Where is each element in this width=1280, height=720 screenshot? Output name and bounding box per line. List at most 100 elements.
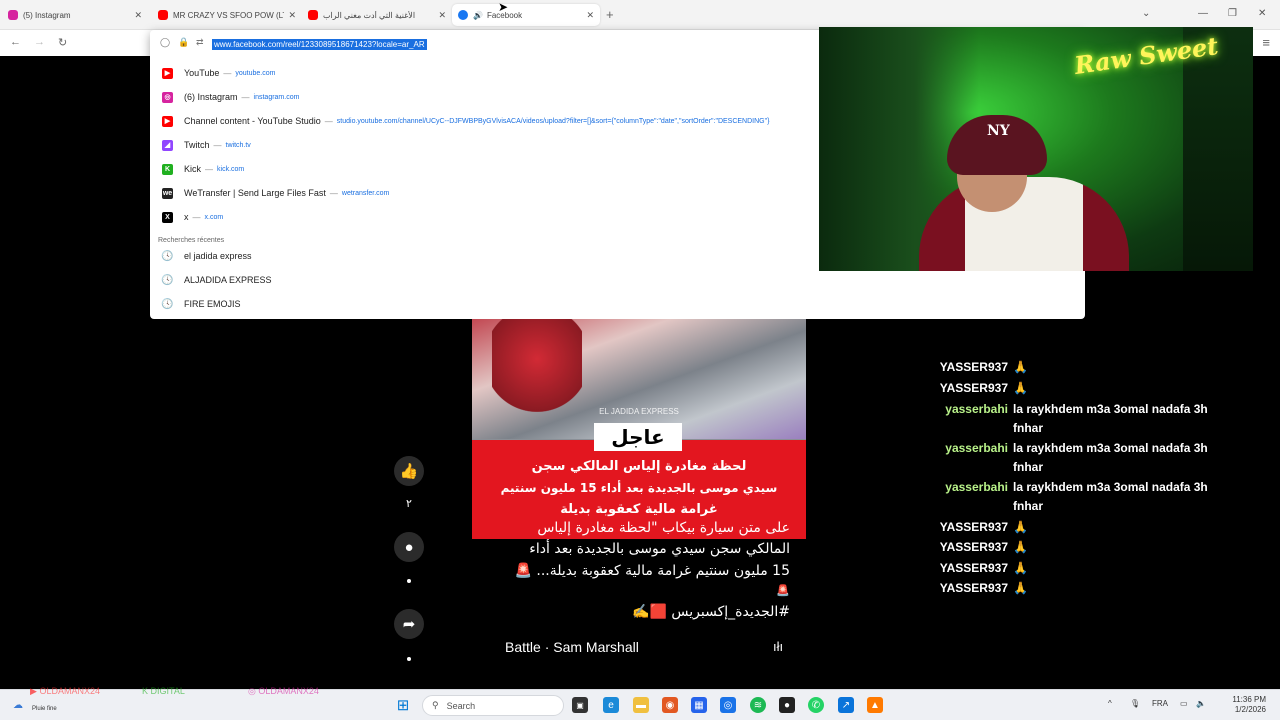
comment-button[interactable]: ● xyxy=(394,532,424,562)
spotify-icon[interactable]: ≋ xyxy=(750,697,766,713)
recent-search-label: el jadida express xyxy=(184,251,252,261)
tab-instagram[interactable]: (5) Instagram ✕ xyxy=(2,4,148,26)
taskbar-search[interactable]: ⚲ Search xyxy=(422,695,564,716)
firefox-icon[interactable]: ◉ xyxy=(662,697,678,713)
maximize-icon[interactable]: ❐ xyxy=(1228,8,1237,19)
edge-icon[interactable]: e xyxy=(603,697,619,713)
task-view-icon[interactable]: ▣ xyxy=(572,697,588,713)
input-language[interactable]: FRA xyxy=(1152,699,1168,708)
clock-time: 11:36 PM xyxy=(1232,695,1266,704)
share-count-dot xyxy=(407,657,411,661)
suggestion-url: studio.youtube.com/channel/UCyC--DJFWBPB… xyxy=(336,117,770,125)
address-input[interactable]: www.facebook.com/reel/1233089518671423?l… xyxy=(212,39,427,50)
share-button[interactable]: ➦ xyxy=(394,609,424,639)
menu-icon[interactable]: ≡ xyxy=(1262,35,1270,50)
back-icon[interactable]: ← xyxy=(10,36,21,48)
suggestion-youtube-studio[interactable]: ▶ Channel content - YouTube Studio — studi… xyxy=(150,109,819,133)
chat-username: YASSER937 xyxy=(939,581,1008,595)
chat-text: 🙏 xyxy=(1013,561,1028,575)
network-icon[interactable]: ▭ xyxy=(1180,699,1188,708)
address-bar[interactable]: ◯ 🔒 ⇄ www.facebook.com/reel/123308951867… xyxy=(150,30,819,58)
suggestion-twitch[interactable]: ◢ Twitch — twitch.tv xyxy=(150,133,819,157)
lock-icon[interactable]: 🔒 xyxy=(178,37,189,48)
system-clock[interactable]: 11:36 PM 1/2/2026 xyxy=(1232,695,1266,715)
instagram-icon xyxy=(8,10,18,20)
wetransfer-icon: we xyxy=(162,187,173,199)
volume-icon[interactable]: 🔈 xyxy=(1196,699,1206,708)
tray-chevron-icon[interactable]: ^ xyxy=(1108,699,1112,708)
audio-icon[interactable]: 🔊 xyxy=(473,11,483,20)
new-tab-button[interactable]: + xyxy=(606,7,614,22)
suggestion-url: twitch.tv xyxy=(225,141,251,149)
close-icon[interactable]: ✕ xyxy=(438,10,446,21)
background-shelf xyxy=(1183,27,1253,271)
close-icon[interactable]: ✕ xyxy=(134,10,142,21)
x-icon: X xyxy=(162,211,173,223)
music-track[interactable]: Battle · Sam Marshall xyxy=(505,639,639,655)
store-icon[interactable]: ▦ xyxy=(691,697,707,713)
tab-youtube-2[interactable]: الأغنية التي أدت مغني الراب ✕ xyxy=(302,4,452,26)
weather-icon[interactable]: ☁ xyxy=(10,697,26,713)
instagram-handle: ◎ OLDAMANX24 xyxy=(248,686,319,697)
banner-line: لحظة مغادرة إلياس المالكي سجن xyxy=(531,459,747,474)
caption-line: 🚨 xyxy=(776,584,790,597)
permissions-icon[interactable]: ⇄ xyxy=(196,37,204,48)
whatsapp-icon[interactable]: ✆ xyxy=(808,697,824,713)
forward-icon[interactable]: → xyxy=(34,36,45,48)
window-close-icon[interactable]: ✕ xyxy=(1258,8,1266,19)
suggestion-title: Channel content - YouTube Studio xyxy=(184,116,321,126)
vlc-icon[interactable]: ▲ xyxy=(867,697,883,713)
chat-username: YASSER937 xyxy=(939,360,1008,374)
thumbs-up-icon: 👍 xyxy=(399,463,419,480)
microphone-icon[interactable]: 🎙 xyxy=(1130,699,1140,708)
banner-line: غرامة مالية كعقوبة بديلة xyxy=(560,502,718,517)
minimize-icon[interactable]: — xyxy=(1198,8,1208,19)
tab-list-chevron-icon[interactable]: ⌄ xyxy=(1142,8,1150,19)
search-placeholder: Search xyxy=(446,700,476,711)
recent-search-item[interactable]: 🕓 el jadida express xyxy=(150,244,819,268)
tab-youtube-1[interactable]: MR CRAZY VS SFOO POW (LTD ✕ xyxy=(152,4,302,26)
chat-username: YASSER937 xyxy=(939,520,1008,534)
comment-count-dot xyxy=(407,579,411,583)
kick-icon: K xyxy=(162,163,173,175)
shield-icon[interactable]: ◯ xyxy=(160,37,170,48)
tab-strip: (5) Instagram ✕ MR CRAZY VS SFOO POW (LT… xyxy=(0,0,1280,30)
twitch-icon: ◢ xyxy=(162,139,173,151)
close-icon[interactable]: ✕ xyxy=(288,10,296,21)
reel-video[interactable]: EL JADIDA EXPRESS عاجل لحظة مغادرة إلياس… xyxy=(472,319,806,539)
reload-icon[interactable]: ↻ xyxy=(58,36,67,49)
search-icon: ⚲ xyxy=(432,700,439,710)
app-icon[interactable]: ↗ xyxy=(838,697,854,713)
like-button[interactable]: 👍 xyxy=(394,456,424,486)
recent-search-label: ALJADIDA EXPRESS xyxy=(184,275,272,285)
recent-search-item[interactable]: 🕓 ALJADIDA EXPRESS xyxy=(150,268,819,292)
tab-label: (5) Instagram xyxy=(23,10,71,20)
suggestion-instagram[interactable]: ◎ (6) Instagram — instagram.com xyxy=(150,85,819,109)
suggestion-wetransfer[interactable]: we WeTransfer | Send Large Files Fast — we… xyxy=(150,181,819,205)
chat-text: 🙏 xyxy=(1013,360,1028,374)
youtube-icon: ▶ xyxy=(30,686,37,696)
chat-text: 🙏 xyxy=(1013,381,1028,395)
caption-line: على متن سيارة بيكاب "لحظة مغادرة إلياس xyxy=(537,520,790,536)
windows-start-icon[interactable]: ⊞ xyxy=(395,697,411,714)
suggestion-url: youtube.com xyxy=(235,69,276,77)
kick-handle: K DIGITAL xyxy=(142,686,185,696)
suggestion-youtube[interactable]: ▶ YouTube — youtube.com xyxy=(150,61,819,85)
obs-icon[interactable]: ● xyxy=(779,697,795,713)
clock-date: 1/2/2026 xyxy=(1234,705,1266,714)
file-explorer-icon[interactable]: ▬ xyxy=(633,697,649,713)
chat-text: la raykhdem m3a 3omal nadafa 3h fnhar xyxy=(1013,441,1208,474)
comment-icon: ● xyxy=(404,538,414,556)
chrome-icon[interactable]: ◎ xyxy=(720,697,736,713)
like-count: ٢ xyxy=(406,498,412,510)
overlay-name: OLDAMANX24 xyxy=(258,686,319,696)
chat-username: YASSER937 xyxy=(939,381,1008,395)
instagram-icon: ◎ xyxy=(248,686,256,696)
tab-facebook[interactable]: 🔊 Facebook ✕ xyxy=(452,4,600,26)
caption-hashtag[interactable]: #الجديدة_إكسبريس 🟥✍️ xyxy=(480,604,790,620)
close-icon[interactable]: ✕ xyxy=(586,10,594,21)
recent-search-item[interactable]: 🕓 FIRE EMOJIS xyxy=(150,292,819,316)
youtube-icon xyxy=(158,10,168,20)
suggestion-kick[interactable]: K Kick — kick.com xyxy=(150,157,819,181)
suggestion-x[interactable]: X x — x.com xyxy=(150,205,819,229)
